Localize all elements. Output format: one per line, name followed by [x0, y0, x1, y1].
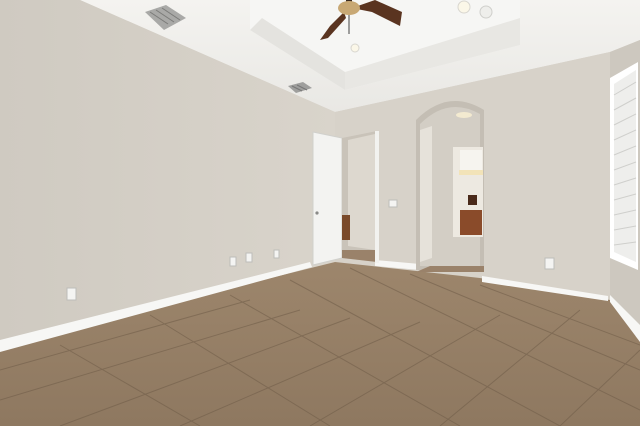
power-outlet-icon: [229, 256, 237, 267]
light-switch-icon[interactable]: [388, 199, 398, 208]
recessed-light-icon: [457, 0, 471, 14]
open-door[interactable]: [312, 131, 343, 266]
window-blinds[interactable]: [610, 62, 638, 270]
recessed-light-icon: [350, 43, 360, 53]
power-outlet-icon: [273, 249, 280, 259]
power-outlet-icon: [245, 252, 253, 263]
door-knob[interactable]: [315, 211, 319, 215]
hallway-door[interactable]: [420, 126, 432, 262]
doorway-opening: [342, 131, 379, 263]
vanity-light-icon: [459, 170, 483, 175]
bathroom-cabinet: [460, 210, 482, 235]
hallway-light-icon: [456, 112, 472, 118]
room-illustration: [0, 0, 640, 426]
room-photo: [0, 0, 640, 426]
arched-hallway: [416, 101, 484, 272]
power-outlet-icon: [544, 257, 555, 270]
smoke-detector-icon: [479, 5, 493, 19]
power-outlet-icon: [66, 287, 77, 301]
